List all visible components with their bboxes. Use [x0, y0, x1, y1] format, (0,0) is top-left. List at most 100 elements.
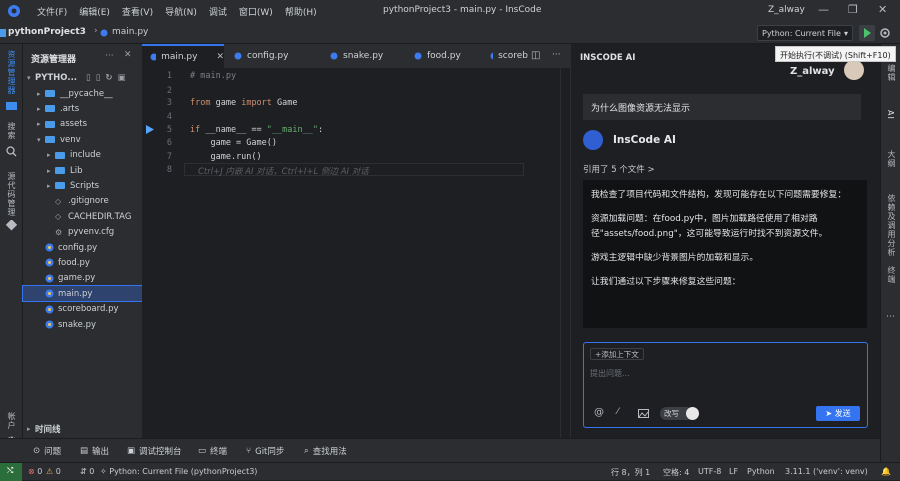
- send-icon: ➤: [825, 409, 835, 418]
- tree-file[interactable]: game.py: [23, 271, 142, 286]
- notifications-icon[interactable]: 🔔: [881, 467, 891, 476]
- tree-folder[interactable]: ▸ include: [23, 148, 142, 163]
- rail-edit[interactable]: 编辑: [886, 64, 897, 82]
- tab-main-py[interactable]: main.py ✕: [142, 44, 224, 68]
- tab-snake-py[interactable]: snake.py: [322, 44, 394, 68]
- tree-folder[interactable]: ▸ Lib: [23, 163, 142, 178]
- tool-problems[interactable]: ⊙ 问题: [33, 445, 61, 457]
- tree-folder[interactable]: ▸ .arts: [23, 101, 142, 116]
- explorer-title: 资源管理器: [31, 55, 77, 65]
- activity-search[interactable]: 搜索: [6, 122, 17, 140]
- menu-file[interactable]: 文件(F): [37, 5, 67, 18]
- more-actions-icon[interactable]: ⋯: [886, 312, 895, 322]
- rail-dependency[interactable]: 依赖及调用分析: [886, 194, 897, 257]
- chat-user-name: Z_alway: [790, 66, 835, 77]
- tree-file[interactable]: config.py: [23, 240, 142, 255]
- menu-debug[interactable]: 调试: [209, 5, 227, 18]
- run-gutter-icon[interactable]: [146, 125, 154, 134]
- chevron-down-icon: ▾: [27, 73, 31, 82]
- rail-terminal[interactable]: 终端: [886, 266, 897, 284]
- more-actions-icon[interactable]: ···: [552, 50, 561, 60]
- warning-count[interactable]: ⚠ 0: [46, 467, 61, 476]
- tree-folder[interactable]: ▸ assets: [23, 117, 142, 132]
- line-number: 7: [166, 152, 172, 162]
- tool-output[interactable]: ▤ 输出: [80, 445, 109, 457]
- rail-outline[interactable]: 大纲: [886, 150, 897, 168]
- tree-file[interactable]: ◇ CACHEDIR.TAG: [23, 209, 142, 224]
- tool-terminal[interactable]: ▭ 终端: [198, 445, 227, 457]
- user-name[interactable]: Z_alway: [768, 5, 805, 15]
- image-icon[interactable]: [638, 409, 649, 418]
- tree-file[interactable]: scoreboard.py: [23, 302, 142, 317]
- breadcrumb-file[interactable]: main.py: [112, 27, 148, 37]
- cursor-position[interactable]: 行 8，列 1: [611, 467, 650, 478]
- interpreter[interactable]: 3.11.1 ('venv': venv): [785, 467, 868, 476]
- activity-scm[interactable]: 源代码管理: [6, 172, 17, 217]
- mention-icon[interactable]: @: [594, 407, 604, 418]
- activity-accounts[interactable]: 帐户: [6, 412, 17, 430]
- tool-debug-console[interactable]: ▣ 调试控制台: [127, 445, 182, 457]
- scrollbar[interactable]: [560, 68, 570, 438]
- chat-input-box[interactable]: +添加上下文 提出问题... @ ⁄ 改写 ➤ 发送: [583, 342, 868, 428]
- bot-name: InsCode AI: [613, 134, 676, 146]
- tab-close-icon[interactable]: ✕: [216, 52, 224, 62]
- tab-food-py[interactable]: food.py: [406, 44, 478, 68]
- tab-config-py[interactable]: config.py: [226, 44, 310, 68]
- command-icon[interactable]: ⁄: [617, 407, 619, 417]
- explorer-toolbar-icons[interactable]: ▯▯↻▣: [86, 73, 131, 83]
- error-count[interactable]: ⊗ 0: [28, 467, 42, 476]
- inscode-logo-icon: [583, 130, 603, 150]
- tree-item-label: food.py: [58, 257, 90, 268]
- app-logo-icon: [8, 5, 20, 17]
- indentation[interactable]: 空格: 4: [663, 467, 689, 478]
- remote-indicator[interactable]: ⤭: [0, 463, 22, 481]
- tool-find-usages[interactable]: ⌕ 查找用法: [304, 445, 347, 457]
- tree-folder[interactable]: ▾ venv: [23, 132, 142, 147]
- menu-window[interactable]: 窗口(W): [239, 5, 273, 18]
- run-config-select[interactable]: Python: Current File ▾: [757, 25, 853, 41]
- more-actions-icon[interactable]: ···: [105, 51, 114, 61]
- menu-view[interactable]: 查看(V): [122, 5, 153, 18]
- menu-edit[interactable]: 编辑(E): [79, 5, 110, 18]
- close-window-icon[interactable]: ✕: [878, 3, 887, 16]
- toggle-icon[interactable]: [686, 407, 699, 420]
- line-number: 2: [166, 86, 172, 96]
- minimize-icon[interactable]: —: [818, 3, 829, 16]
- tree-file[interactable]: snake.py: [23, 317, 142, 332]
- ai-panel: INSCODE AI Z_alway 为什么图像资源无法显示 InsCode A…: [570, 44, 880, 438]
- activity-explorer[interactable]: 资源管理器: [6, 50, 17, 95]
- rail-ai[interactable]: AI: [886, 110, 895, 120]
- line-ending[interactable]: LF: [729, 467, 738, 476]
- run-button[interactable]: [859, 25, 875, 41]
- ports-count[interactable]: ⇵ 0: [80, 467, 94, 476]
- menu-help[interactable]: 帮助(H): [285, 5, 317, 18]
- files-icon[interactable]: [6, 100, 17, 110]
- menu-navigate[interactable]: 导航(N): [165, 5, 197, 18]
- breadcrumb-project[interactable]: pythonProject3: [8, 27, 86, 37]
- tree-file[interactable]: food.py: [23, 255, 142, 270]
- tree-folder[interactable]: ▸ Scripts: [23, 178, 142, 193]
- tree-file[interactable]: main.py: [22, 285, 143, 303]
- language-mode[interactable]: Python: [747, 467, 775, 476]
- tool-label: 问题: [44, 447, 62, 457]
- code-editor[interactable]: 1 2 3 4 5 6 7 8 # main.py from game impo…: [142, 68, 570, 438]
- chat-input[interactable]: 提出问题...: [590, 368, 630, 379]
- extensions-icon[interactable]: [6, 220, 17, 231]
- tree-file[interactable]: ⚙ pyvenv.cfg: [23, 225, 142, 240]
- split-editor-icon[interactable]: ◫: [531, 50, 540, 61]
- tab-scoreboard-py[interactable]: scoreb: [482, 44, 528, 68]
- close-icon[interactable]: ✕: [124, 50, 132, 60]
- debug-settings-icon[interactable]: [879, 27, 891, 39]
- encoding[interactable]: UTF-8: [698, 467, 721, 476]
- timeline-section[interactable]: ▸ 时间线: [23, 421, 142, 436]
- send-button[interactable]: ➤ 发送: [816, 406, 860, 421]
- tree-root[interactable]: ▾ PYTHO... ▯▯↻▣: [23, 70, 142, 85]
- add-context-button[interactable]: +添加上下文: [590, 348, 644, 360]
- restore-icon[interactable]: ❐: [848, 3, 858, 16]
- references-link[interactable]: 引用了 5 个文件 >: [583, 163, 655, 175]
- tree-folder[interactable]: ▸ __pycache__: [23, 86, 142, 101]
- search-icon[interactable]: [6, 146, 17, 157]
- run-config-status[interactable]: ✧ Python: Current File (pythonProject3): [100, 467, 257, 476]
- tree-file[interactable]: ◇ .gitignore: [23, 194, 142, 209]
- tool-git-sync[interactable]: ⑂ Git同步: [246, 445, 284, 457]
